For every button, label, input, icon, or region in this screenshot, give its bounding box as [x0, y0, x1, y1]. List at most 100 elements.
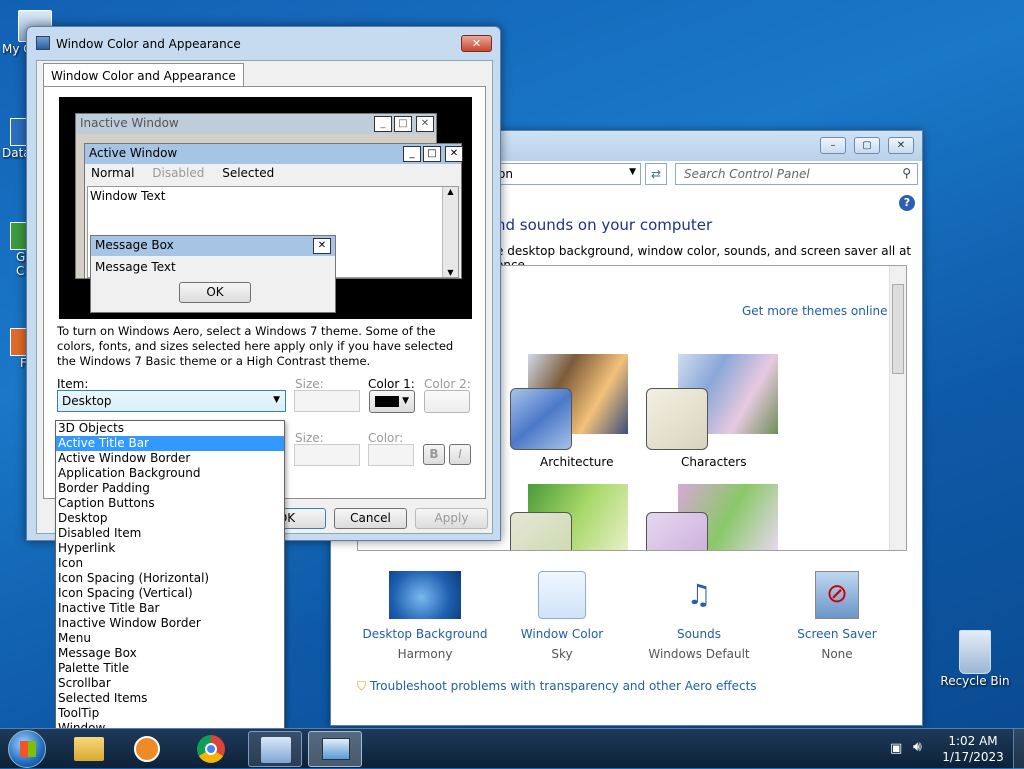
taskbar-display-button[interactable] — [308, 731, 362, 767]
architecture-theme-thumbnail[interactable] — [510, 388, 572, 450]
minimize-button[interactable]: – — [820, 137, 846, 154]
themes-scrollbar[interactable] — [889, 266, 906, 550]
dropdown-option[interactable]: Selected Items — [56, 691, 284, 706]
screen-saver-item[interactable]: ⊘ Screen Saver None — [772, 571, 902, 661]
dropdown-option[interactable]: ToolTip — [56, 706, 284, 721]
dropdown-option[interactable]: Active Title Bar — [56, 436, 284, 451]
dropdown-option[interactable]: Message Box — [56, 646, 284, 661]
font-size-label: Size: — [295, 431, 324, 445]
dropdown-option[interactable]: Application Background — [56, 466, 284, 481]
dropdown-option[interactable]: Inactive Title Bar — [56, 601, 284, 616]
dropdown-option[interactable]: Scrollbar — [56, 676, 284, 691]
item-dropdown-list[interactable]: 3D Objects Active Title Bar Active Window … — [55, 420, 285, 735]
window-color-link[interactable]: Window Color — [497, 627, 627, 641]
close-icon: ✕ — [896, 140, 906, 151]
menu-disabled: Disabled — [152, 166, 205, 180]
window-color-item[interactable]: Window Color Sky — [497, 571, 627, 661]
start-button[interactable] — [8, 730, 46, 768]
window-color-value: Sky — [551, 647, 573, 661]
volume-icon[interactable]: 🔊︎ — [913, 739, 922, 755]
dropdown-option[interactable]: Icon Spacing (Horizontal) — [56, 571, 284, 586]
chrome-icon — [197, 735, 225, 763]
taskbar-explorer-button[interactable] — [62, 731, 116, 767]
theme-label-architecture[interactable]: Architecture — [540, 455, 613, 469]
troubleshoot-link[interactable]: ⛉ Troubleshoot problems with transparency… — [357, 679, 757, 694]
network-icon[interactable]: ▣ — [890, 741, 902, 756]
dropdown-option[interactable]: Icon Spacing (Vertical) — [56, 586, 284, 601]
search-input[interactable]: Search Control Panel ⚲ — [675, 163, 918, 185]
font-size-select — [294, 444, 360, 466]
address-bar[interactable]: on ▼ — [491, 163, 641, 185]
close-button[interactable]: ✕ — [888, 137, 914, 154]
theme-label-characters[interactable]: Characters — [681, 455, 747, 469]
dropdown-option[interactable]: Icon — [56, 556, 284, 571]
control-panel-icon — [261, 737, 291, 763]
show-desktop-button[interactable] — [1013, 729, 1024, 769]
sounds-link[interactable]: Sounds — [634, 627, 764, 641]
display-icon — [322, 738, 350, 760]
scrollbar-thumb[interactable] — [892, 284, 904, 374]
dialog-close-button[interactable]: ✕ — [461, 35, 492, 52]
characters-theme-thumbnail[interactable] — [646, 388, 708, 450]
minimize-icon: _ — [403, 146, 421, 162]
dropdown-option[interactable]: Palette Title — [56, 661, 284, 676]
inactive-window-title: Inactive Window — [80, 116, 179, 130]
inactive-titlebar: Inactive Window _ □ ✕ — [76, 114, 436, 134]
font-color-select — [368, 444, 414, 466]
scroll-up-icon: ▲ — [447, 187, 454, 196]
color1-swatch — [375, 396, 399, 407]
color1-button[interactable]: ▼ — [369, 390, 415, 413]
help-icon[interactable]: ? — [899, 195, 915, 211]
desktop-background-item[interactable]: Desktop Background Harmony — [360, 571, 490, 661]
message-box-titlebar: Message Box ✕ — [91, 236, 335, 256]
search-placeholder: Search Control Panel — [684, 167, 810, 181]
bold-button: B — [423, 444, 445, 465]
taskbar-media-player-button[interactable] — [120, 731, 174, 767]
get-more-themes-link[interactable]: Get more themes online — [742, 304, 888, 318]
clock[interactable]: 1:02 AM 1/17/2023 — [938, 733, 1008, 765]
maximize-icon: □ — [394, 116, 412, 132]
dropdown-option[interactable]: Inactive Window Border — [56, 616, 284, 631]
chevron-down-icon[interactable]: ▼ — [629, 167, 636, 177]
dropdown-option[interactable]: Desktop — [56, 511, 284, 526]
dropdown-option[interactable]: Hyperlink — [56, 541, 284, 556]
desktop-icon-recycle-bin[interactable]: Recycle Bin — [940, 630, 1010, 688]
tab-window-color[interactable]: Window Color and Appearance — [43, 63, 244, 87]
dropdown-option[interactable]: Caption Buttons — [56, 496, 284, 511]
dropdown-option[interactable]: Disabled Item — [56, 526, 284, 541]
size-label: Size: — [295, 377, 324, 391]
size-spinner — [294, 390, 360, 412]
dialog-titlebar[interactable]: Window Color and Appearance ✕ — [27, 27, 500, 59]
theme-thumbnail-3[interactable] — [510, 512, 572, 550]
item-select[interactable]: Desktop ▼ — [57, 390, 286, 412]
close-icon: ✕ — [313, 238, 331, 254]
color2-button — [424, 390, 470, 413]
refresh-icon: ⇄ — [650, 167, 662, 181]
cancel-button[interactable]: Cancel — [334, 508, 407, 529]
troubleshoot-text: Troubleshoot problems with transparency … — [370, 679, 757, 693]
screen-saver-icon: ⊘ — [815, 571, 859, 619]
taskbar-chrome-button[interactable] — [184, 731, 238, 767]
taskbar-control-panel-button[interactable] — [248, 731, 302, 767]
refresh-button[interactable]: ⇄ — [645, 163, 667, 185]
color1-label: Color 1: — [368, 377, 415, 391]
desktop-background-icon — [389, 571, 461, 619]
desktop-background-link[interactable]: Desktop Background — [360, 627, 490, 641]
message-text: Message Text — [95, 260, 176, 274]
apply-button: Apply — [415, 508, 488, 529]
dropdown-option[interactable]: Active Window Border — [56, 451, 284, 466]
shield-icon: ⛉ — [357, 679, 367, 693]
dropdown-option[interactable]: Border Padding — [56, 481, 284, 496]
dropdown-option[interactable]: Menu — [56, 631, 284, 646]
dropdown-option[interactable]: 3D Objects — [56, 421, 284, 436]
item-label: Item: — [57, 377, 89, 391]
sounds-item[interactable]: ♫ Sounds Windows Default — [634, 571, 764, 661]
maximize-button[interactable]: ▢ — [854, 137, 880, 154]
theme-thumbnail-4[interactable] — [646, 512, 708, 550]
desktop-background-value: Harmony — [397, 647, 453, 661]
taskbar: ▣ 🔊︎ 1:02 AM 1/17/2023 — [0, 728, 1024, 769]
maximize-icon: □ — [423, 146, 441, 162]
preview-scrollbar: ▲ ▼ — [442, 187, 458, 277]
screen-saver-link[interactable]: Screen Saver — [772, 627, 902, 641]
preview-menu-bar: Normal Disabled Selected — [85, 164, 461, 184]
